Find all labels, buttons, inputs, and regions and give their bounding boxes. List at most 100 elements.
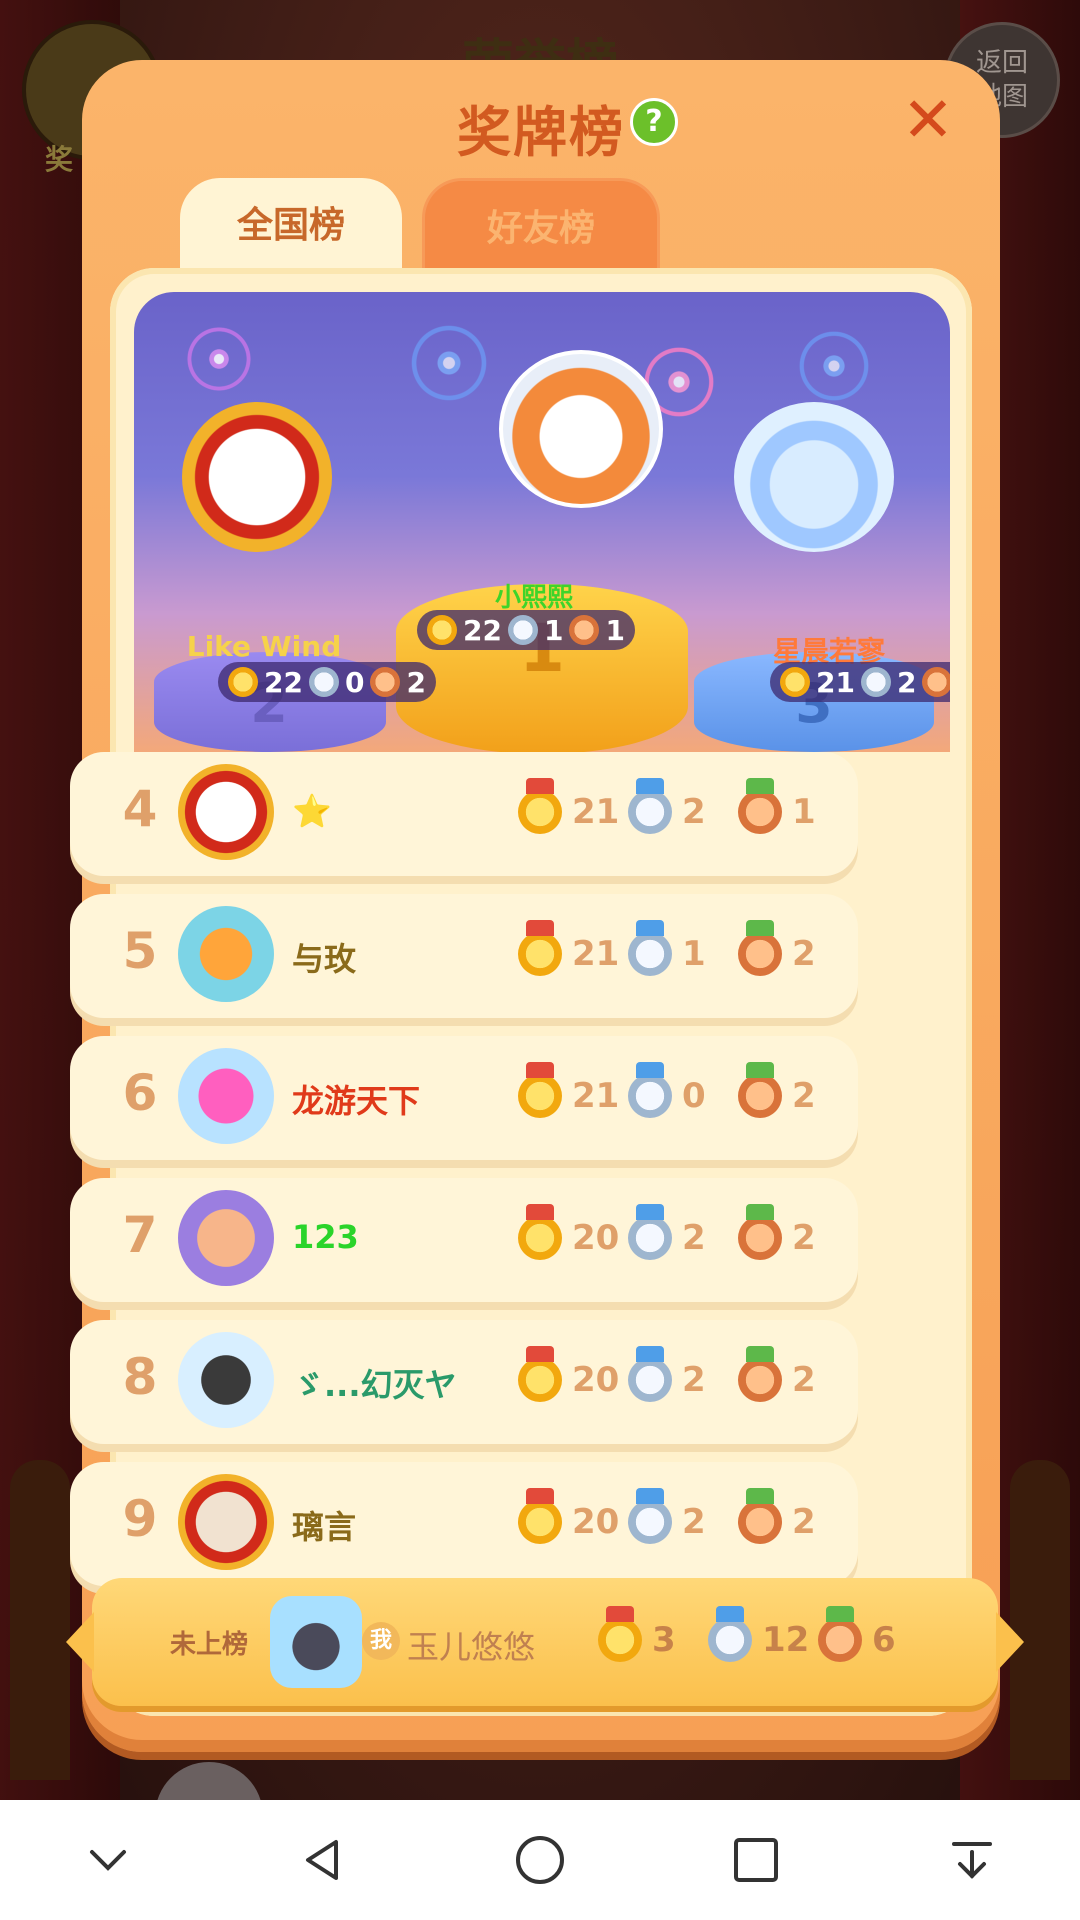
- silver-count: 12: [762, 1620, 810, 1660]
- leaderboard-row[interactable]: 7 123 20 2 2: [70, 1178, 858, 1302]
- row-player-name: ⭐: [292, 792, 332, 830]
- bronze-medal-icon: [738, 920, 782, 976]
- pull-down-icon: [952, 1842, 992, 1879]
- row-rank: 4: [122, 780, 158, 838]
- top-three-podium: 2 1 3 小熙熙 Like Wind 星晨若寥 22 1 1 22 0 2 2…: [134, 292, 950, 752]
- gold-medal-icon: [427, 615, 457, 645]
- leaderboard-row[interactable]: 8 ゞ...幻灭ヤ 20 2 2: [70, 1320, 858, 1444]
- gold-medal-icon: [518, 1204, 562, 1260]
- modal-title: 奖牌榜: [457, 101, 625, 164]
- bronze-medal-icon: [922, 667, 950, 697]
- nav-home-button[interactable]: [500, 1820, 580, 1900]
- row-rank: 5: [122, 922, 158, 980]
- silver-count: 2: [682, 1502, 706, 1542]
- row-player-name: 龙游天下: [292, 1082, 421, 1120]
- bronze-medal-icon: [370, 667, 401, 697]
- gold-count: 20: [572, 1218, 620, 1258]
- chevron-down-icon: [90, 1850, 126, 1871]
- gold-count: 22: [463, 613, 502, 647]
- my-medals: 3 12 6: [598, 1606, 918, 1662]
- row-medals: 21 2 1: [518, 778, 838, 834]
- gold-count: 21: [572, 934, 620, 974]
- silver-medal-icon: [628, 1488, 672, 1544]
- nav-hide-button[interactable]: [68, 1820, 148, 1900]
- gold-medal-icon: [518, 1062, 562, 1118]
- background-pillar-left: [10, 1460, 70, 1780]
- firework-decoration: [384, 298, 514, 428]
- row-avatar[interactable]: [178, 1048, 274, 1144]
- silver-count: 2: [682, 792, 706, 832]
- help-icon[interactable]: ?: [630, 98, 678, 146]
- row-player-name: 123: [292, 1218, 359, 1256]
- background-left-label: 奖: [45, 143, 74, 176]
- nav-back-button[interactable]: [284, 1820, 364, 1900]
- silver-count: 1: [543, 613, 564, 647]
- bronze-medal-icon: [569, 615, 600, 645]
- home-circle-icon: [516, 1836, 564, 1884]
- bronze-count: 2: [792, 1360, 816, 1400]
- podium-name-first: 小熙熙: [494, 583, 573, 613]
- podium-medals-first: 22 1 1: [417, 610, 635, 650]
- leaderboard-row[interactable]: 5 与玫 21 1 2: [70, 894, 858, 1018]
- gold-medal-icon: [518, 1346, 562, 1402]
- bronze-medal-icon: [738, 1346, 782, 1402]
- leaderboard-row[interactable]: 6 龙游天下 21 0 2: [70, 1036, 858, 1160]
- my-avatar[interactable]: [270, 1596, 362, 1688]
- row-medals: 20 2 2: [518, 1488, 838, 1544]
- row-avatar[interactable]: [178, 764, 274, 860]
- row-avatar[interactable]: [178, 1190, 274, 1286]
- bronze-medal-icon: [738, 778, 782, 834]
- silver-count: 2: [896, 665, 917, 699]
- silver-medal-icon: [628, 1346, 672, 1402]
- gold-count: 20: [572, 1502, 620, 1542]
- silver-medal-icon: [507, 615, 538, 645]
- me-badge: 我: [362, 1622, 400, 1660]
- gold-medal-icon: [518, 778, 562, 834]
- close-icon[interactable]: ✕: [896, 88, 960, 152]
- row-rank: 7: [122, 1206, 158, 1264]
- bronze-count: 2: [792, 934, 816, 974]
- row-medals: 21 1 2: [518, 920, 838, 976]
- leaderboard-row[interactable]: 9 璃言 20 2 2: [70, 1462, 858, 1586]
- bronze-count: 6: [872, 1620, 896, 1660]
- row-avatar[interactable]: [178, 906, 274, 1002]
- row-player-name: ゞ...幻灭ヤ: [292, 1366, 457, 1404]
- bronze-medal-icon: [738, 1204, 782, 1260]
- bronze-medal-icon: [738, 1488, 782, 1544]
- row-medals: 20 2 2: [518, 1346, 838, 1402]
- bronze-medal-icon: [818, 1606, 862, 1662]
- silver-count: 2: [682, 1218, 706, 1258]
- gold-count: 3: [652, 1620, 676, 1660]
- gold-medal-icon: [228, 667, 258, 697]
- bronze-count: 2: [792, 1218, 816, 1258]
- system-navigation-bar: [0, 1800, 1080, 1920]
- silver-count: 2: [682, 1360, 706, 1400]
- row-player-name: 与玫: [292, 940, 357, 978]
- row-medals: 20 2 2: [518, 1204, 838, 1260]
- nav-notifications-button[interactable]: [932, 1820, 1012, 1900]
- row-rank: 8: [122, 1348, 158, 1406]
- silver-count: 0: [682, 1076, 706, 1116]
- tab-friends[interactable]: 好友榜: [422, 178, 660, 273]
- my-rank-bar: 未上榜 我 玉儿悠悠 3 12 6: [66, 1578, 1024, 1706]
- row-avatar[interactable]: [178, 1474, 274, 1570]
- leaderboard-row[interactable]: 4 ⭐ 21 2 1: [70, 752, 858, 876]
- silver-medal-icon: [628, 1062, 672, 1118]
- back-icon: [306, 1840, 338, 1880]
- row-avatar[interactable]: [178, 1332, 274, 1428]
- gold-count: 22: [264, 665, 303, 699]
- bronze-count: 1: [792, 792, 816, 832]
- avatar-first[interactable]: [499, 350, 663, 508]
- silver-medal-icon: [708, 1606, 752, 1662]
- podium-medals-second: 22 0 2: [218, 662, 436, 702]
- recents-square-icon: [734, 1838, 778, 1882]
- nav-recents-button[interactable]: [716, 1820, 796, 1900]
- gold-count: 20: [572, 1360, 620, 1400]
- avatar-second[interactable]: [182, 402, 332, 552]
- gold-count: 21: [572, 792, 620, 832]
- gold-medal-icon: [518, 920, 562, 976]
- silver-count: 1: [682, 934, 706, 974]
- tab-national[interactable]: 全国榜: [180, 178, 402, 270]
- avatar-third[interactable]: [734, 402, 894, 552]
- firework-decoration: [164, 304, 274, 414]
